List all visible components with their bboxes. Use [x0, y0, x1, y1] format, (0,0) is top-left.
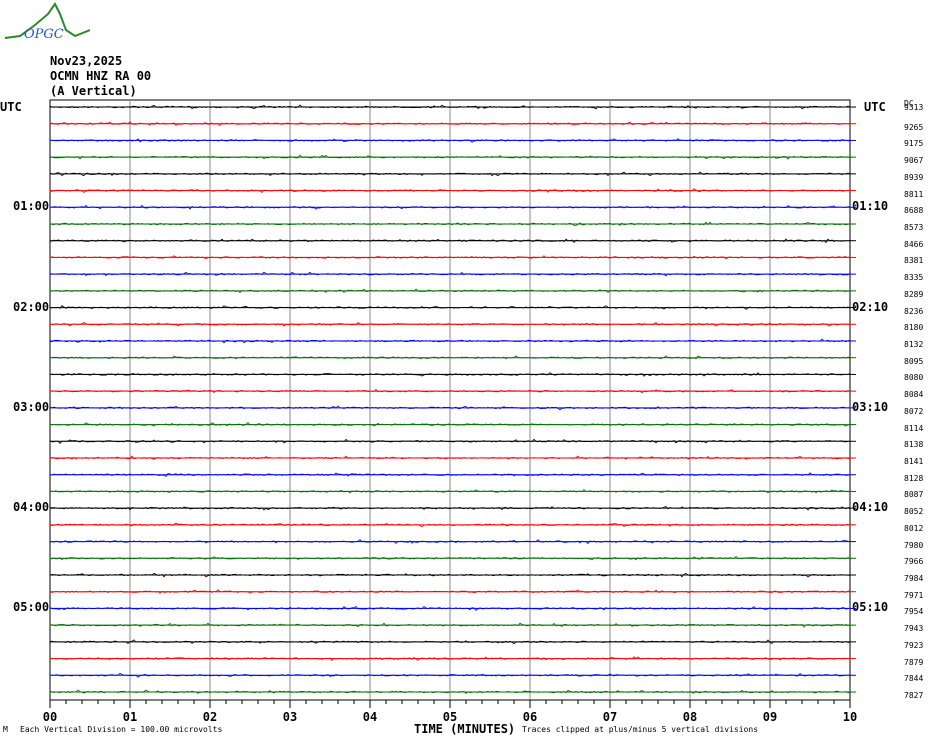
x-tick-label: 04 [362, 710, 378, 724]
scale-text: Each Vertical Division = 100.00 microvol… [20, 725, 223, 734]
x-tick-label: 00 [42, 710, 58, 724]
x-tick-label: 07 [602, 710, 618, 724]
x-tick-label: 03 [282, 710, 298, 724]
clip-text: Traces clipped at plus/minus 5 vertical … [522, 725, 759, 734]
x-tick-label: 09 [762, 710, 778, 724]
x-tick-label: 01 [122, 710, 138, 724]
x-tick-label: 06 [522, 710, 538, 724]
x-tick-label: 08 [682, 710, 698, 724]
helicorder-plot [49, 99, 856, 708]
scale-icon: M [3, 725, 8, 734]
x-axis-title: TIME (MINUTES) [414, 722, 516, 736]
x-tick-label: 02 [202, 710, 218, 724]
x-tick-label: 10 [842, 710, 858, 724]
